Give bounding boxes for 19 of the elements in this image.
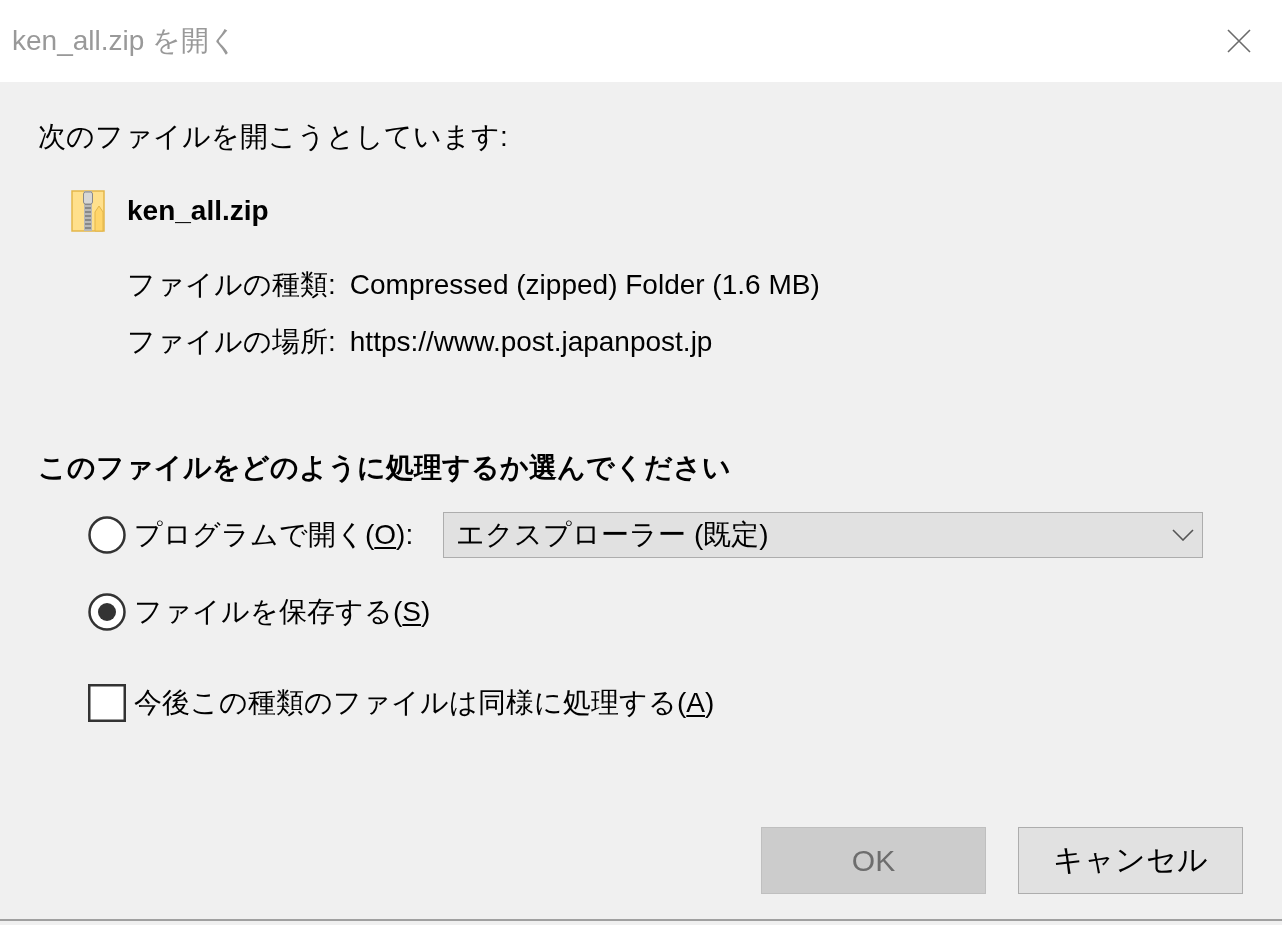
radio-label[interactable]: プログラムで開く(O): <box>134 517 414 553</box>
checkbox[interactable] <box>88 684 126 722</box>
radio-button[interactable] <box>88 593 126 631</box>
detail-label: ファイルの場所: <box>127 325 336 359</box>
file-name: ken_all.zip <box>127 194 269 228</box>
radio-label[interactable]: ファイルを保存する(S) <box>134 594 431 630</box>
detail-value: https://www.post.japanpost.jp <box>349 325 713 359</box>
detail-label: ファイルの種類: <box>127 268 336 302</box>
detail-value: Compressed (zipped) Folder (1.6 MB) <box>349 268 820 302</box>
cancel-button[interactable]: キャンセル <box>1018 827 1243 894</box>
zipped-folder-icon <box>71 190 105 232</box>
window-title: ken_all.zip を開く <box>12 24 239 58</box>
checkbox-label[interactable]: 今後この種類のファイルは同様に処理する(A) <box>134 685 715 721</box>
radio-button[interactable] <box>88 516 126 554</box>
intro-text: 次のファイルを開こうとしています: <box>38 120 509 154</box>
section-heading: このファイルをどのように処理するか選んでください <box>38 451 732 485</box>
program-dropdown[interactable]: エクスプローラー (既定) <box>443 512 1203 558</box>
chevron-down-icon <box>1172 529 1194 541</box>
close-icon[interactable] <box>1227 29 1251 53</box>
